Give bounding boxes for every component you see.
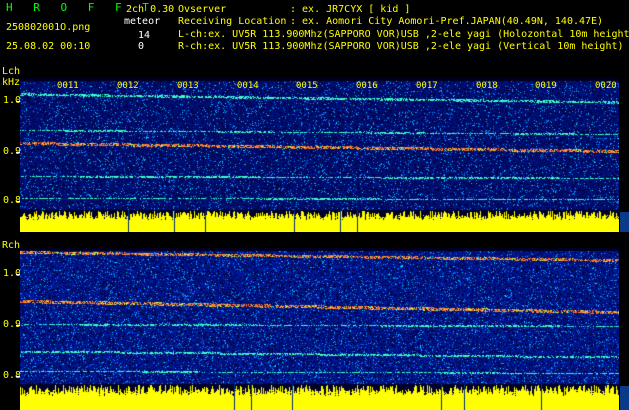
- rch-spectrogram: [20, 248, 619, 410]
- lch-side-bar: [620, 212, 629, 232]
- lch-time-label: 0017: [416, 81, 438, 91]
- lch-spectrogram: 0011 0012 0013 0014 0015 0016 0017 0018 …: [20, 78, 619, 232]
- lch-label: Lch: [2, 66, 21, 77]
- lch-time-label: 0012: [117, 81, 139, 91]
- location-value: : ex. Aomori City Aomori-Pref.JAPAN(40.4…: [290, 16, 604, 27]
- observer-value: : ex. JR7CYX [ kid ]: [290, 4, 411, 15]
- observer-label: Ovserver: [178, 4, 227, 15]
- filename-label: 250802001O.png: [6, 22, 91, 33]
- lch-time-label: 0019: [535, 81, 557, 91]
- lch-time-label: 0016: [356, 81, 378, 91]
- lch-time-label: 0011: [57, 81, 79, 91]
- version-label: 2ch 0.30: [126, 4, 175, 15]
- lch-unit-label: kHz: [2, 77, 21, 88]
- rch-count: 0: [138, 41, 145, 52]
- lch-time-label: 0014: [237, 81, 259, 91]
- lch-count: 14: [138, 30, 151, 41]
- location-label: Receiving Location: [178, 16, 287, 27]
- lch-time-label: 0013: [177, 81, 199, 91]
- datetime-label: 25.08.02 00:10: [6, 41, 91, 52]
- lch-time-label: 0020: [595, 81, 617, 91]
- rch-info: R-ch:ex. UV5R 113.900Mhz(SAPPORO VOR)USB…: [178, 41, 624, 52]
- rch-label: Rch: [2, 240, 21, 251]
- mode-label: meteor: [124, 16, 161, 27]
- rch-side-bar: [620, 386, 629, 410]
- lch-time-label: 0018: [476, 81, 498, 91]
- lch-time-label: 0015: [296, 81, 318, 91]
- lch-spectrogram-canvas: [20, 78, 619, 232]
- rch-spectrogram-canvas: [20, 248, 619, 410]
- lch-info: L-ch:ex. UV5R 113.900Mhz(SAPPORO VOR)USB…: [178, 29, 629, 40]
